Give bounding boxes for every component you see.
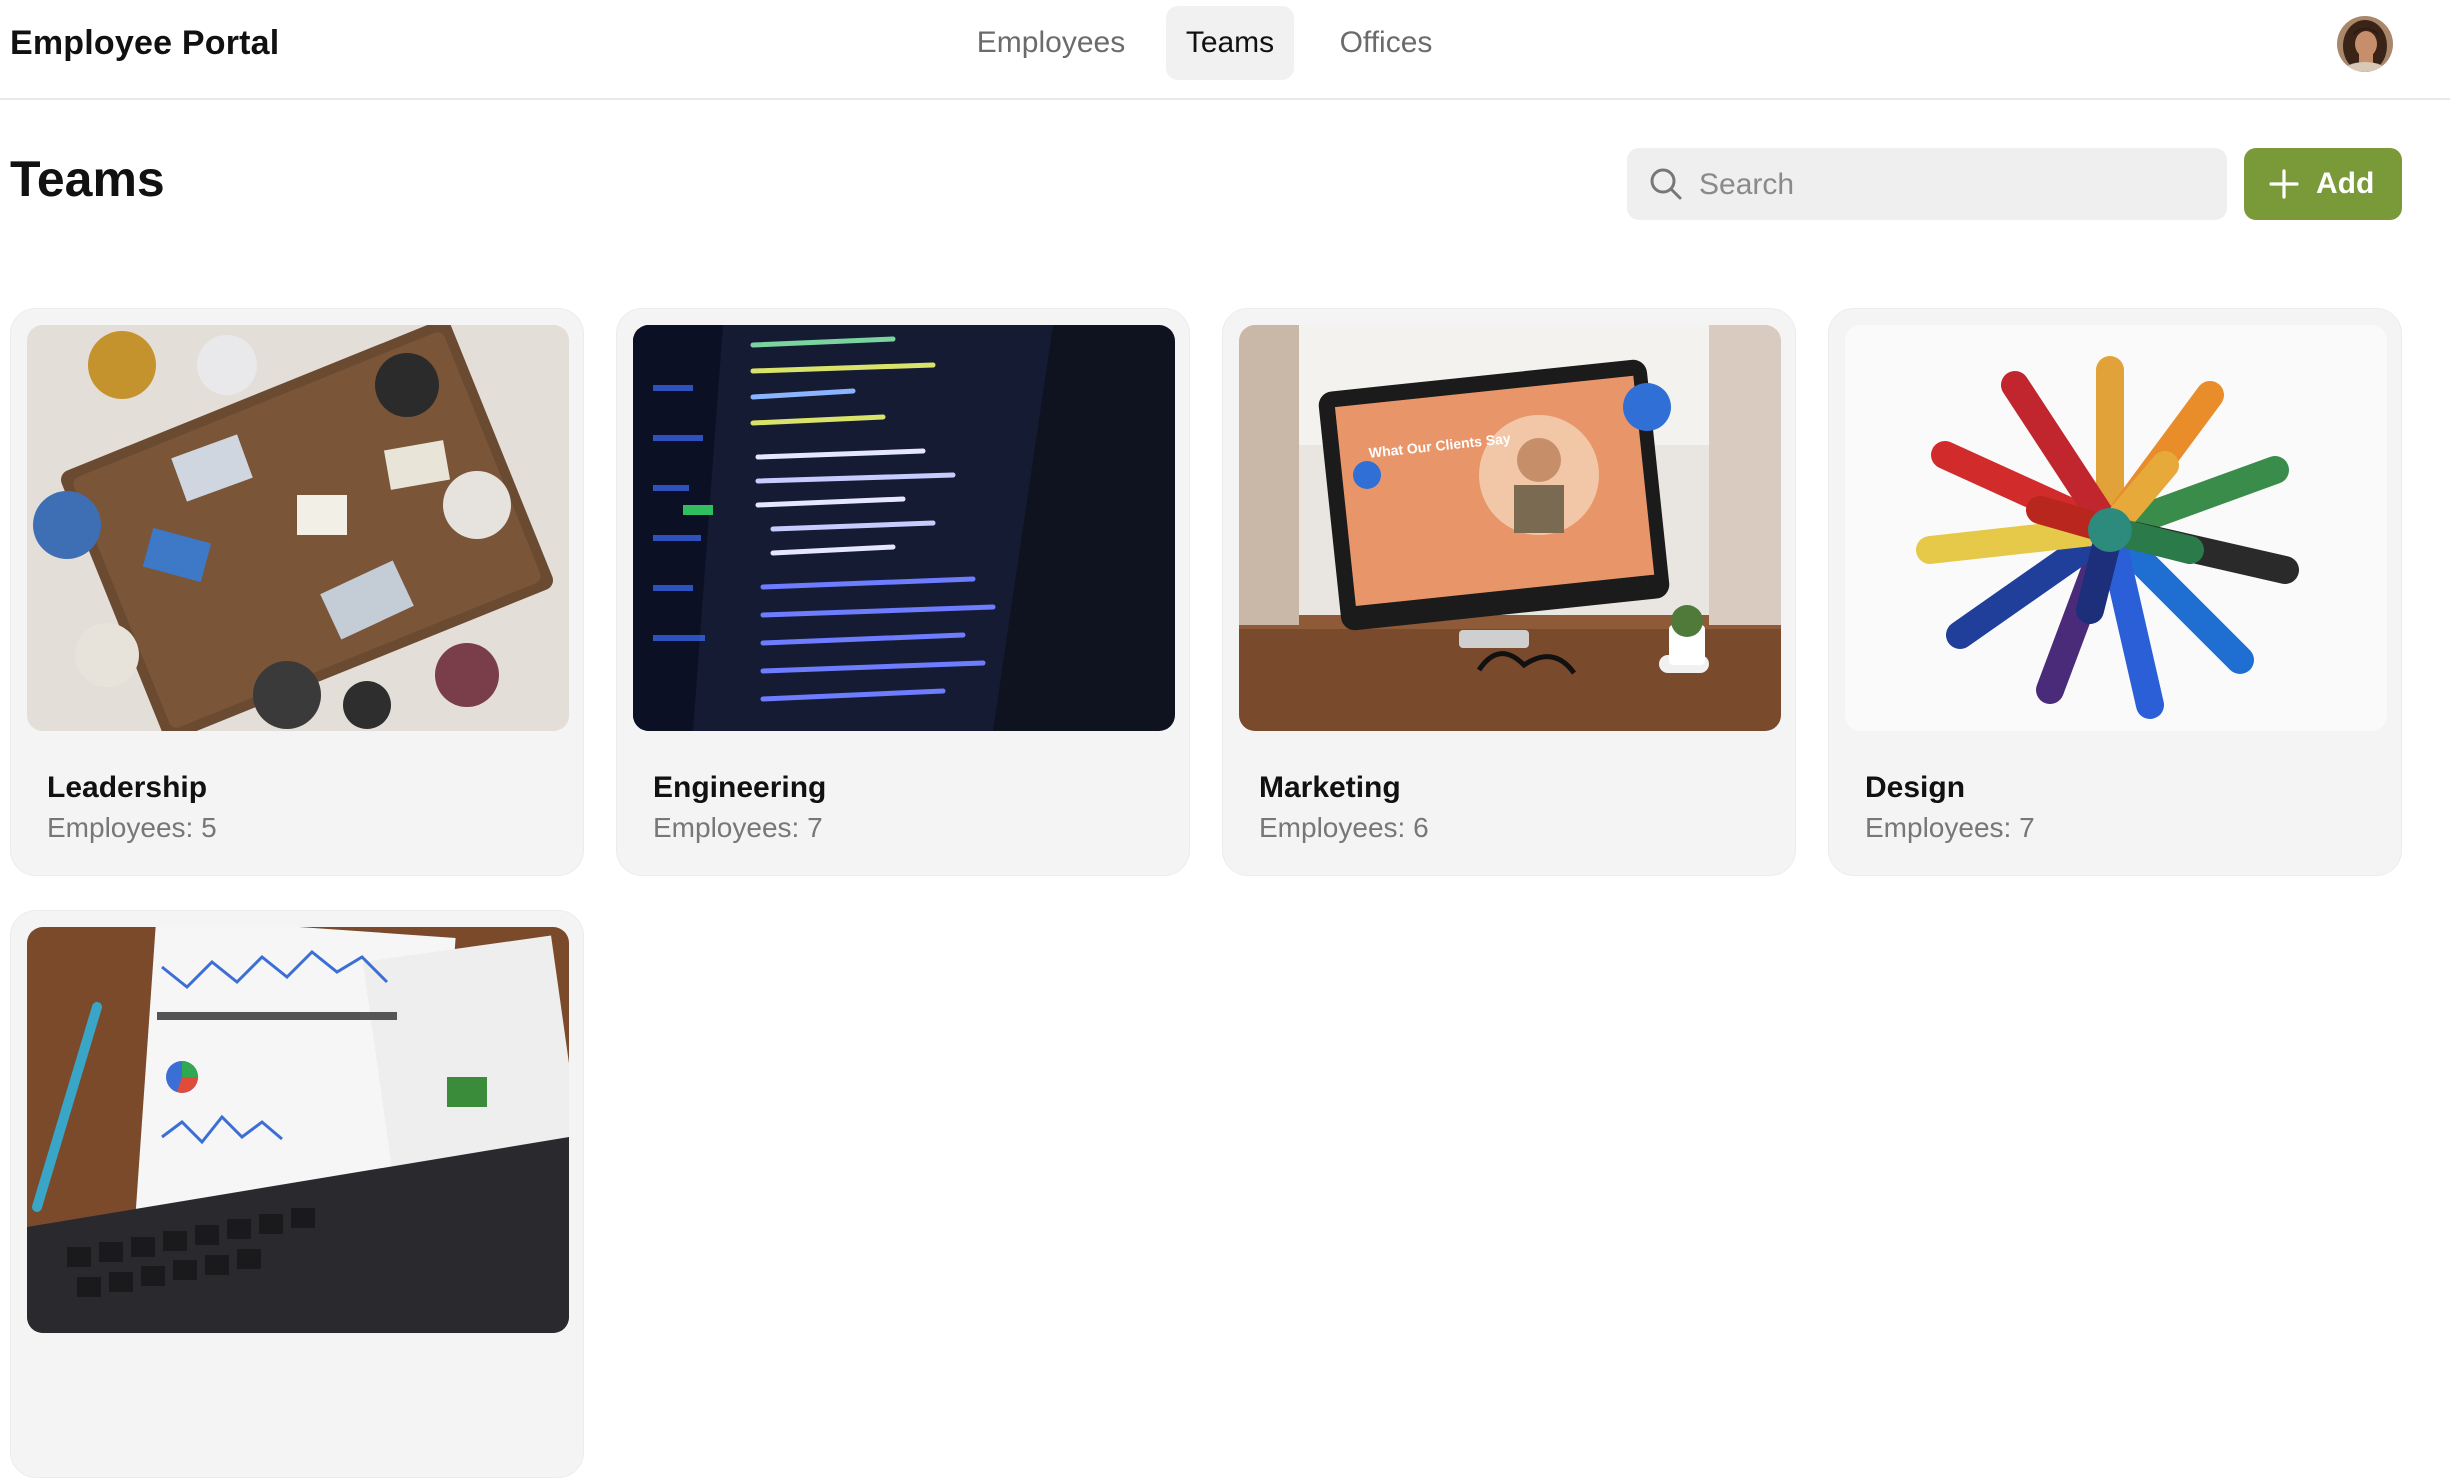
team-image-engineering xyxy=(633,325,1175,731)
team-employee-count: Employees: 7 xyxy=(1865,812,2035,843)
team-employee-count: Employees: 5 xyxy=(47,812,217,843)
team-image-marketing: What Our Clients Say xyxy=(1239,325,1781,731)
plus-icon xyxy=(2269,169,2299,199)
team-name: Marketing xyxy=(1259,771,1401,804)
add-button-label: Add xyxy=(2316,167,2375,200)
team-name: Engineering xyxy=(653,771,827,804)
team-employee-count: Employees: 7 xyxy=(653,812,823,843)
team-image-design xyxy=(1845,325,2387,731)
team-card-design[interactable]: Design Employees: 7 xyxy=(1828,308,2402,876)
page-title: Teams xyxy=(10,151,165,207)
team-name: Leadership xyxy=(47,771,208,804)
team-card-analytics[interactable] xyxy=(10,910,584,1478)
user-avatar[interactable] xyxy=(2337,16,2393,72)
tab-teams[interactable]: Teams xyxy=(1166,6,1294,80)
team-card-leadership[interactable]: Leadership Employees: 5 xyxy=(10,308,584,876)
search-icon xyxy=(1650,168,1682,200)
search-box[interactable] xyxy=(1627,148,2227,222)
team-image-leadership xyxy=(27,325,569,731)
team-card-marketing[interactable]: What Our Clients Say Marketing Employees… xyxy=(1222,308,1796,876)
tab-offices[interactable]: Offices xyxy=(1320,6,1452,80)
team-image-analytics xyxy=(27,927,569,1333)
add-team-button[interactable]: Add xyxy=(2244,148,2402,220)
app-title[interactable]: Employee Portal xyxy=(10,24,279,63)
top-navigation-bar: Employee Portal Employees Teams Offices xyxy=(0,0,2450,100)
avatar-image xyxy=(2337,16,2393,72)
team-name: Design xyxy=(1865,771,1966,804)
tab-employees[interactable]: Employees xyxy=(958,6,1144,80)
search-input[interactable] xyxy=(1697,148,2211,222)
team-employee-count: Employees: 6 xyxy=(1259,812,1429,843)
team-card-engineering[interactable]: Engineering Employees: 7 xyxy=(616,308,1190,876)
